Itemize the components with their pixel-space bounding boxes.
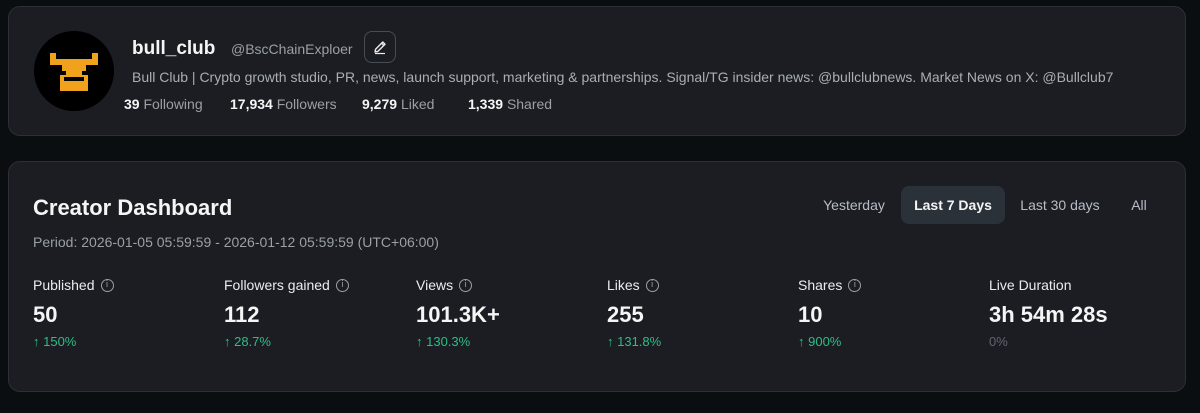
metric-change: 0% [989, 334, 1008, 349]
metric-value: 50 [33, 302, 58, 327]
profile-name: bull_club [132, 38, 216, 59]
pencil-icon [374, 41, 386, 55]
bull-logo-icon [34, 31, 114, 111]
metric-change: ↑ 28.7% [224, 334, 271, 349]
tab-all[interactable]: All [1115, 186, 1163, 224]
stat-value: 39 [124, 96, 140, 112]
info-icon[interactable]: i [848, 278, 862, 292]
metric-value: 3h 54m 28s [989, 302, 1108, 327]
metric-label-row: Views i [416, 277, 596, 293]
tab-last-7-days[interactable]: Last 7 Days [901, 186, 1005, 224]
stat-label: Following [143, 96, 203, 112]
metric-value: 255 [607, 302, 644, 327]
info-icon[interactable]: i [335, 278, 349, 292]
metric-label: Likes [607, 277, 640, 293]
dashboard-period: Period: 2026-01-05 05:59:59 - 2026-01-12… [33, 234, 439, 250]
metric-label: Published [33, 277, 95, 293]
creator-dashboard-card: Creator Dashboard Period: 2026-01-05 05:… [8, 161, 1186, 392]
stat-label: Liked [400, 96, 435, 112]
metric-value: 112 [224, 302, 260, 327]
stat-value: 17,934 [230, 96, 273, 112]
metric-label-row: Live Duration [989, 277, 1169, 293]
metric-label: Shares [798, 277, 843, 293]
metric-live-duration: Live Duration 3h 54m 28s 0% [989, 277, 1169, 349]
stat-following[interactable]: 39 Following [124, 96, 203, 112]
metric-value: 101.3K+ [416, 302, 500, 327]
edit-profile-button[interactable] [364, 31, 396, 63]
metric-followers-gained: Followers gained i 112 ↑ 28.7% [224, 277, 404, 349]
metric-label-row: Published i [33, 277, 213, 293]
info-icon[interactable]: i [459, 278, 473, 292]
dashboard-title: Creator Dashboard [33, 195, 233, 220]
info-icon[interactable]: i [100, 278, 114, 292]
metric-change: ↑ 131.8% [607, 334, 662, 349]
stat-value: 1,339 [468, 96, 504, 112]
stat-label: Shared [506, 96, 553, 112]
profile-card: bull_club @BscChainExploer Bull Club | C… [8, 6, 1186, 136]
metric-change: ↑ 150% [33, 334, 77, 349]
stat-label: Followers [276, 96, 337, 112]
metric-views: Views i 101.3K+ ↑ 130.3% [416, 277, 596, 349]
stat-liked[interactable]: 9,279 Liked [362, 96, 434, 112]
stat-value: 9,279 [362, 96, 398, 112]
metric-label: Views [416, 277, 454, 293]
metric-change: ↑ 130.3% [416, 334, 471, 349]
metric-shares: Shares i 10 ↑ 900% [798, 277, 978, 349]
metric-likes: Likes i 255 ↑ 131.8% [607, 277, 787, 349]
info-icon[interactable]: i [645, 278, 659, 292]
metric-label-row: Shares i [798, 277, 978, 293]
metric-label-row: Followers gained i [224, 277, 404, 293]
stat-followers[interactable]: 17,934 Followers [230, 96, 337, 112]
stat-shared[interactable]: 1,339 Shared [468, 96, 552, 112]
tab-yesterday[interactable]: Yesterday [809, 186, 899, 224]
avatar[interactable] [34, 31, 114, 111]
profile-bio: Bull Club | Crypto growth studio, PR, ne… [132, 69, 1114, 85]
metric-label: Live Duration [989, 277, 1072, 293]
metric-change: ↑ 900% [798, 334, 842, 349]
metric-label-row: Likes i [607, 277, 787, 293]
profile-handle: @BscChainExploer [231, 41, 353, 57]
metric-value: 10 [798, 302, 823, 327]
metric-label: Followers gained [224, 277, 330, 293]
metric-published: Published i 50 ↑ 150% [33, 277, 213, 349]
tab-last-30-days[interactable]: Last 30 days [1009, 186, 1111, 224]
